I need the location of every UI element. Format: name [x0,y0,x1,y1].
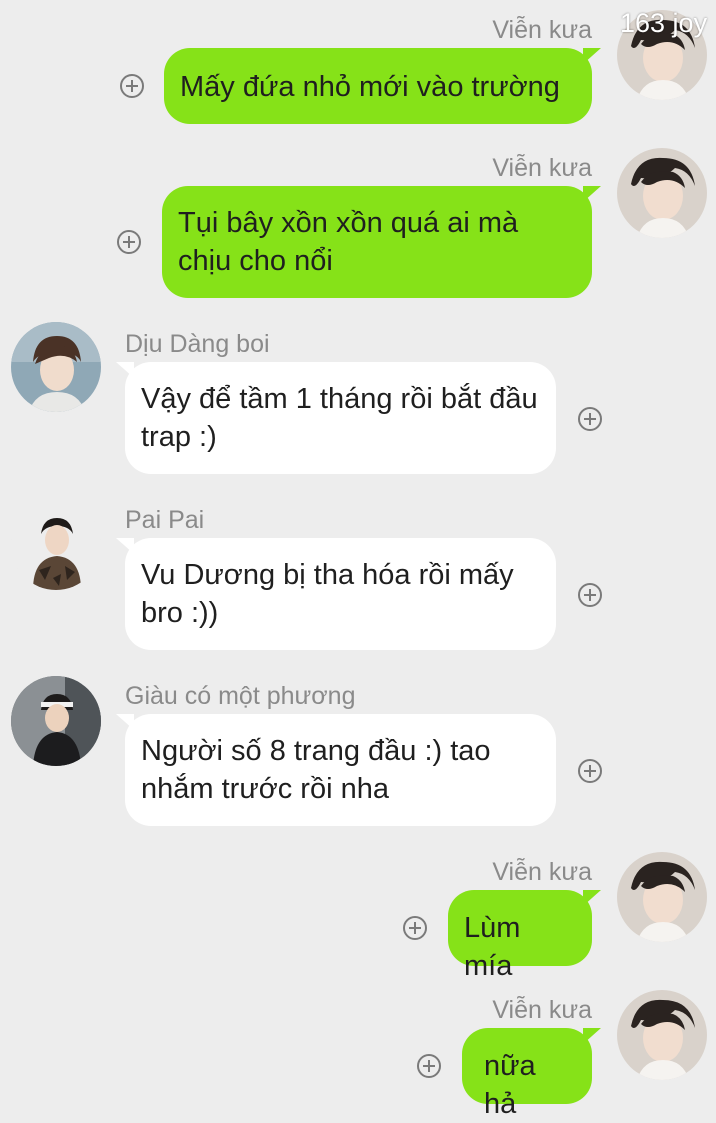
avatar-diu-dang-boi[interactable] [11,322,101,412]
avatar-vien-kua[interactable] [617,148,707,238]
add-reaction-icon[interactable] [578,407,602,431]
sender-name: Giàu có một phương [125,682,356,710]
add-reaction-icon[interactable] [578,583,602,607]
message-text: Vu Dương bị tha hóa rồi mấy bro :)) [141,559,514,629]
add-reaction-icon[interactable] [117,230,141,254]
message-text: nữa hả [484,1050,536,1120]
message-row: Viễn kưa nữa hả [0,982,716,1120]
message-text: Tụi bây xồn xồn quá ai mà chịu cho nổi [178,207,519,277]
sender-name: Viễn kưa [492,996,592,1024]
message-row: Dịu Dàng boi Vậy để tầm 1 tháng rồi bắt … [0,318,716,488]
avatar-vien-kua[interactable] [617,990,707,1080]
message-row: Viễn kưa Tụi bây xồn xồn quá ai mà chịu … [0,140,716,310]
message-text: Mấy đứa nhỏ mới vào trường [180,71,560,103]
avatar-pai-pai[interactable] [11,500,101,590]
watermark-label: 163 joy [620,8,708,38]
message-row: Viễn kưa Mấy đứa nhỏ mới vào trường [0,0,716,140]
avatar-vien-kua[interactable] [617,852,707,942]
sender-name: Dịu Dàng boi [125,330,270,358]
chat-view: Viễn kưa Mấy đứa nhỏ mới vào trường Viễn… [0,0,716,1120]
message-bubble[interactable]: Mấy đứa nhỏ mới vào trường [164,48,601,124]
message-row: Viễn kưa Lùm mía [0,844,716,984]
message-text: Vậy để tầm 1 tháng rồi bắt đầu trap :) [141,383,538,453]
add-reaction-icon[interactable] [417,1054,441,1078]
message-bubble[interactable]: Lùm mía [448,890,601,982]
message-bubble[interactable]: Vậy để tầm 1 tháng rồi bắt đầu trap :) [116,362,556,474]
sender-name: Pai Pai [125,506,205,534]
add-reaction-icon[interactable] [403,916,427,940]
message-bubble[interactable]: Tụi bây xồn xồn quá ai mà chịu cho nổi [162,186,601,298]
message-row: Giàu có một phương Người số 8 trang đầu … [0,670,716,840]
message-text: Người số 8 trang đầu :) tao nhắm trước r… [141,735,491,805]
message-bubble[interactable]: Vu Dương bị tha hóa rồi mấy bro :)) [116,538,556,650]
message-row: Pai Pai Vu Dương bị tha hóa rồi mấy bro … [0,494,716,664]
avatar-giau-co-mot-phuong[interactable] [11,676,101,766]
add-reaction-icon[interactable] [578,759,602,783]
sender-name: Viễn kưa [492,154,592,182]
sender-name: Viễn kưa [492,16,592,44]
sender-name: Viễn kưa [492,858,592,886]
add-reaction-icon[interactable] [120,74,144,98]
message-bubble[interactable]: Người số 8 trang đầu :) tao nhắm trước r… [116,714,556,826]
message-text: Lùm mía [464,912,521,982]
message-bubble[interactable]: nữa hả [462,1028,601,1120]
